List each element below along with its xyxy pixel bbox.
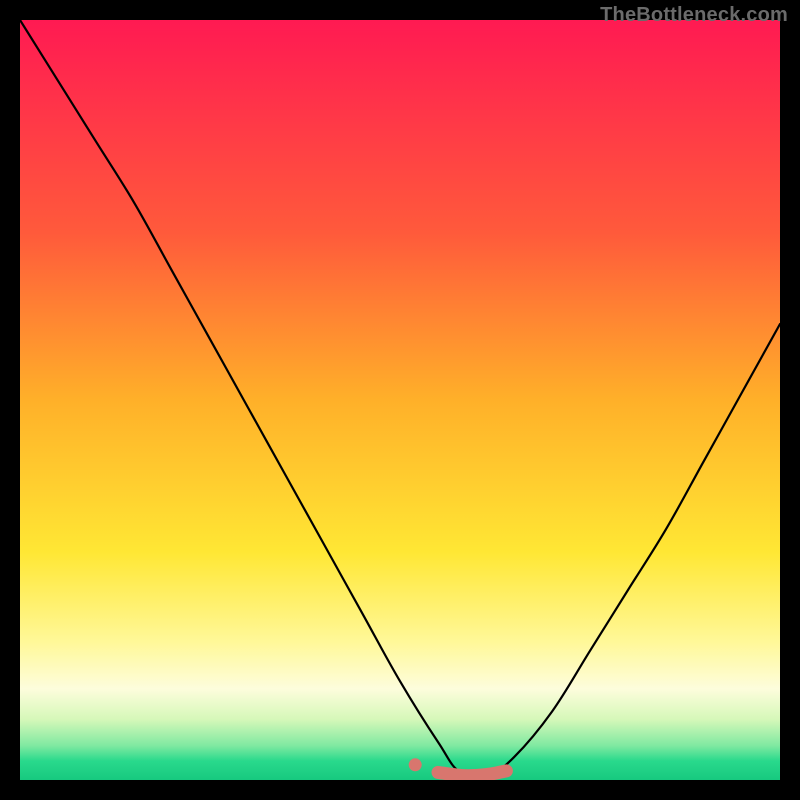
flat-region-dot xyxy=(409,758,422,771)
curve-layer xyxy=(20,20,780,780)
watermark-text: TheBottleneck.com xyxy=(600,4,788,27)
flat-region-marker xyxy=(438,771,506,776)
chart-stage: TheBottleneck.com xyxy=(0,0,800,800)
bottleneck-curve xyxy=(20,20,780,776)
plot-area xyxy=(20,20,780,780)
